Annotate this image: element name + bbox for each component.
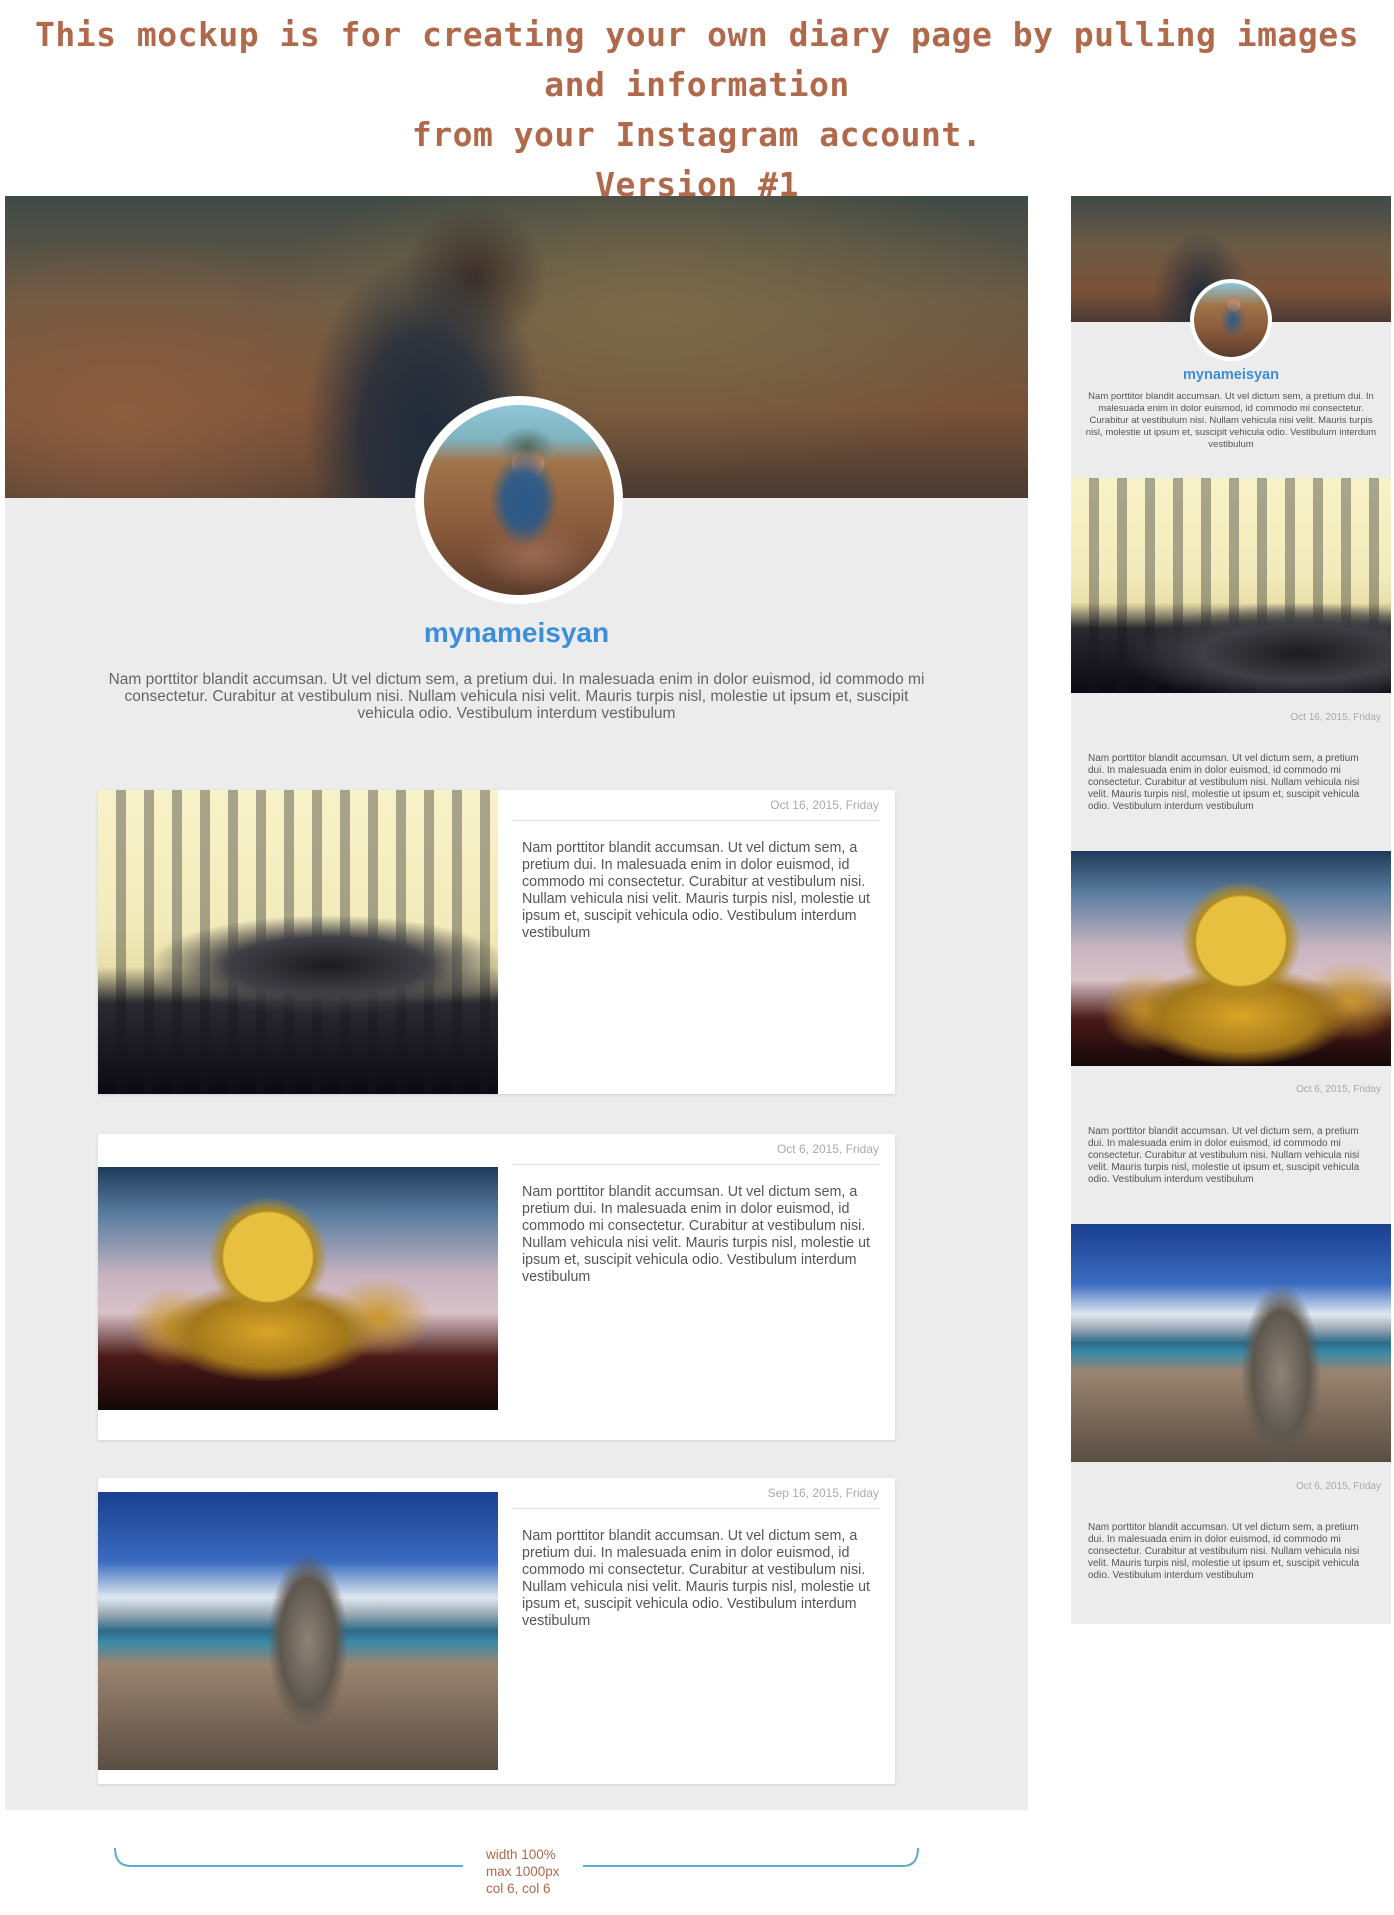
annotation-line-1: width 100%	[486, 1847, 556, 1862]
post-date: Sep 16, 2015, Friday	[513, 1486, 879, 1509]
post-date: Oct 16, 2015, Friday	[513, 798, 879, 821]
post-date: Oct 6, 2015, Friday	[513, 1142, 879, 1165]
post-image[interactable]	[1071, 851, 1391, 1066]
post-caption: Nam porttitor blandit accumsan. Ut vel d…	[1088, 1522, 1360, 1581]
post-card[interactable]: Oct 16, 2015, Friday Nam porttitor bland…	[98, 790, 895, 1094]
heading-line-1: This mockup is for creating your own dia…	[35, 15, 1359, 104]
heading-line-2: from your Instagram account.	[411, 115, 983, 154]
desktop-mockup: mynameisyan Nam porttitor blandit accums…	[5, 196, 1028, 1810]
post-card[interactable]: Oct 6, 2015, Friday Nam porttitor blandi…	[98, 1134, 895, 1440]
post-caption: Nam porttitor blandit accumsan. Ut vel d…	[522, 840, 871, 941]
avatar-photo	[1194, 283, 1268, 357]
post-caption: Nam porttitor blandit accumsan. Ut vel d…	[522, 1528, 871, 1629]
annotation-line-3: col 6, col 6	[486, 1881, 551, 1896]
avatar-photo	[424, 405, 614, 595]
post-image[interactable]	[98, 1492, 498, 1770]
profile-bio: Nam porttitor blandit accumsan. Ut vel d…	[108, 671, 925, 722]
post-image[interactable]	[1071, 478, 1391, 693]
width-annotation: width 100% max 1000px col 6, col 6	[486, 1846, 560, 1897]
profile-username[interactable]: mynameisyan	[5, 617, 1028, 649]
post-caption: Nam porttitor blandit accumsan. Ut vel d…	[1088, 1126, 1360, 1185]
post-caption: Nam porttitor blandit accumsan. Ut vel d…	[1088, 753, 1360, 812]
mockup-heading: This mockup is for creating your own dia…	[0, 10, 1394, 210]
mobile-mockup: mynameisyan Nam porttitor blandit accums…	[1071, 196, 1391, 1624]
profile-bio: Nam porttitor blandit accumsan. Ut vel d…	[1085, 391, 1377, 450]
profile-avatar[interactable]	[415, 396, 623, 604]
post-caption: Nam porttitor blandit accumsan. Ut vel d…	[522, 1184, 871, 1285]
post-date: Oct 6, 2015, Friday	[1295, 1084, 1381, 1095]
post-card[interactable]: Sep 16, 2015, Friday Nam porttitor bland…	[98, 1478, 895, 1784]
post-date: Oct 16, 2015, Friday	[1290, 712, 1381, 723]
post-image[interactable]	[98, 790, 498, 1094]
profile-avatar[interactable]	[1190, 279, 1272, 361]
post-image[interactable]	[1071, 1224, 1391, 1462]
annotation-line-2: max 1000px	[486, 1864, 560, 1879]
post-date: Oct 6, 2015, Friday	[1295, 1481, 1381, 1492]
post-image[interactable]	[98, 1167, 498, 1410]
profile-username[interactable]: mynameisyan	[1071, 367, 1391, 383]
